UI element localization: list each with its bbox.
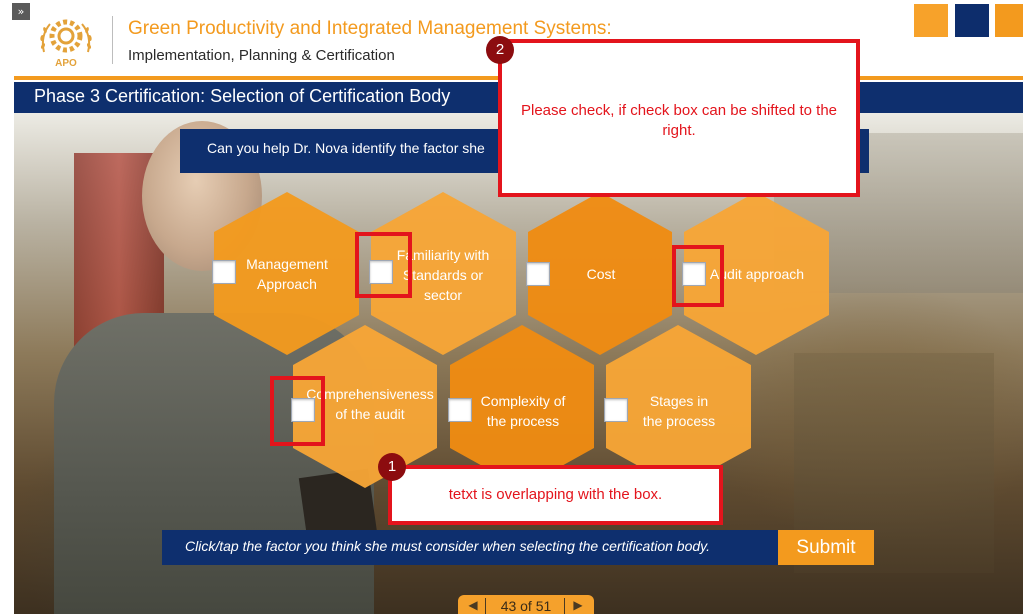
annotation-callout-1: tetxt is overlapping with the box.	[388, 465, 723, 525]
annotation-highlight-audit-approach	[672, 245, 724, 307]
factor-label-management-approach: Management Approach	[246, 256, 328, 292]
page-counter: 43 of 51	[500, 598, 552, 614]
chevron-left-icon[interactable]: ◀	[465, 597, 481, 614]
annotation-highlight-comprehensiveness	[270, 376, 325, 446]
checkbox-stages[interactable]	[604, 398, 628, 422]
factor-label-cost: Cost	[586, 266, 616, 282]
annotation-highlight-familiarity	[355, 232, 412, 298]
annotation-callout-2: Please check, if check box can be shifte…	[498, 39, 860, 197]
submit-button[interactable]: Submit	[778, 530, 874, 565]
annotation-badge-2: 2	[486, 36, 514, 64]
annotation-callout-2-text: Please check, if check box can be shifte…	[520, 102, 838, 139]
checkbox-complexity[interactable]	[448, 398, 472, 422]
annotation-badge-1: 1	[378, 453, 406, 481]
checkbox-cost[interactable]	[526, 262, 550, 286]
pager-divider-left	[485, 598, 486, 614]
pager-divider-right	[564, 598, 565, 614]
factor-label-complexity: Complexity of the process	[480, 393, 566, 429]
instruction-text: Click/tap the factor you think she must …	[185, 538, 711, 554]
checkbox-management-approach[interactable]	[212, 260, 236, 284]
chevron-right-icon[interactable]: ▶	[570, 597, 586, 614]
factor-label-stages: Stages in the process	[642, 393, 716, 429]
slide-player: » APO Green Productivity and Integrated …	[0, 0, 1023, 614]
annotation-callout-1-text: tetxt is overlapping with the box.	[448, 486, 663, 503]
